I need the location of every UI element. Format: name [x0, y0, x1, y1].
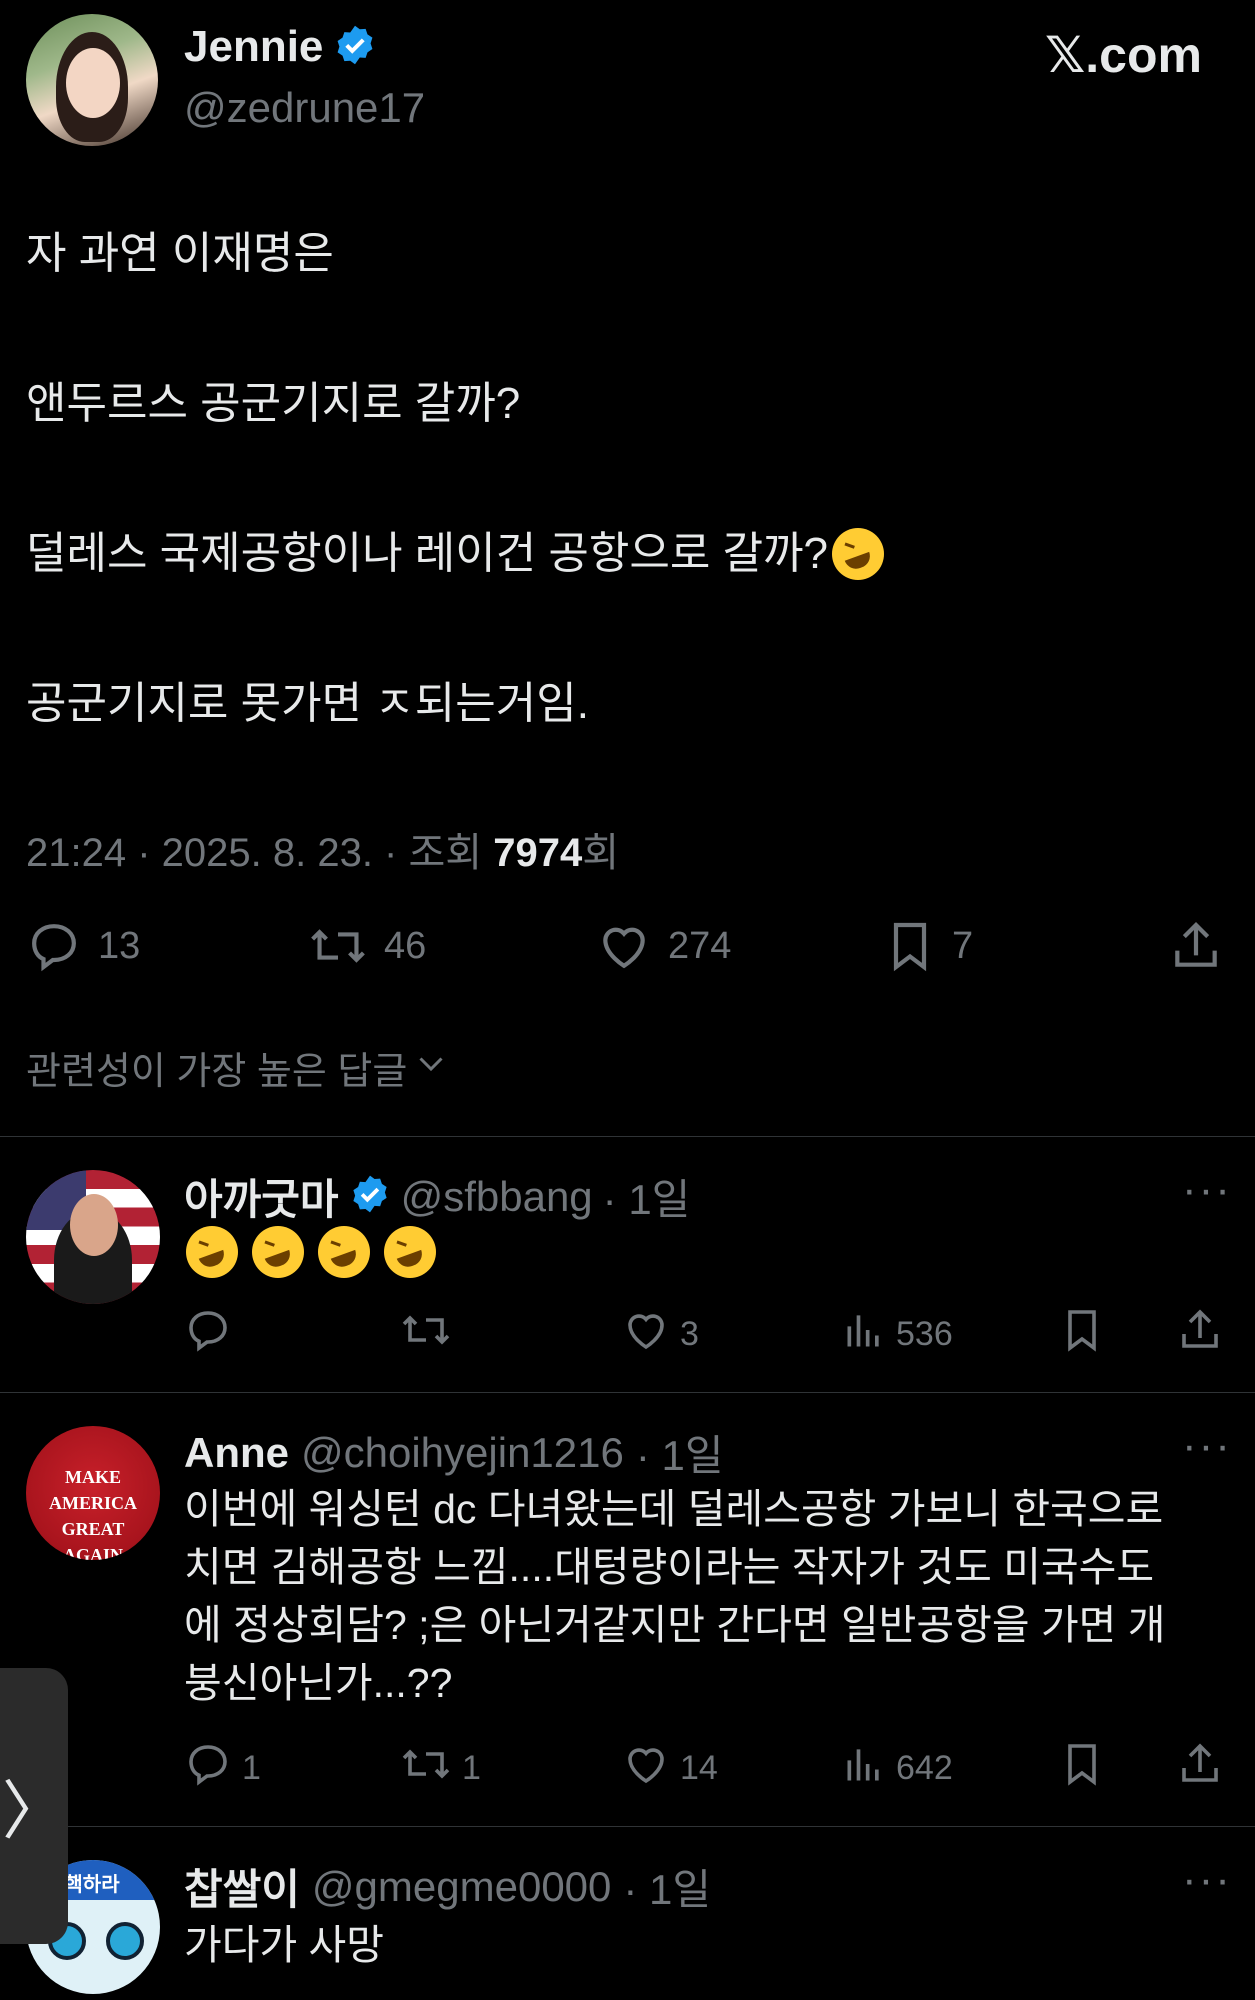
chevron-right-icon: 〉 — [2, 1775, 66, 1847]
reply-icon — [26, 918, 82, 974]
reply-button[interactable]: 13 — [26, 918, 140, 974]
reply-2-like-count: 14 — [680, 1749, 718, 1787]
reply-2-reply-button[interactable]: 1 — [184, 1740, 261, 1797]
reply-icon — [184, 1740, 232, 1797]
repost-icon — [308, 918, 368, 974]
reply-3-name[interactable]: 찹쌀이 — [184, 1856, 300, 1917]
rofl-emoji-icon — [832, 528, 885, 580]
reply-2-text-line: 치면 김해공항 느낌....대텅량이라는 작자가 것도 미국수도 — [184, 1544, 1155, 1590]
bookmark-button[interactable]: 7 — [884, 918, 973, 974]
reply-1-reply-button[interactable] — [184, 1306, 232, 1363]
reply-2-repost-count: 1 — [462, 1749, 481, 1787]
divider — [0, 1392, 1255, 1393]
repost-icon — [400, 1740, 452, 1797]
reply-1-avatar[interactable] — [26, 1170, 160, 1304]
reply-3-text: 가다가 사망 — [184, 1922, 384, 1968]
reply-1-more-icon[interactable]: ··· — [1182, 1168, 1232, 1212]
reply-1-emojis — [186, 1226, 436, 1278]
reply-1-views-button[interactable]: 536 — [842, 1306, 953, 1363]
post-views-suffix: 회 — [582, 831, 619, 875]
post-text-line-3: 덜레스 국제공항이나 레이건 공항으로 갈까? — [26, 529, 829, 578]
reply-2-views-button[interactable]: 642 — [842, 1740, 953, 1797]
divider — [0, 1136, 1255, 1137]
reply-1-bookmark-button[interactable] — [1060, 1306, 1104, 1359]
repost-count: 46 — [384, 924, 427, 967]
reply-2-repost-button[interactable]: 1 — [400, 1740, 481, 1797]
post-meta: 21:24 · 2025. 8. 23. · 조회 7974회 — [26, 820, 619, 878]
rofl-emoji-icon — [384, 1226, 436, 1278]
reply-1-age: · 1일 — [602, 1176, 691, 1223]
reply-2-like-button[interactable]: 14 — [622, 1740, 718, 1797]
reply-3-handle[interactable]: @gmegme0000 — [312, 1863, 611, 1911]
reply-2-views-count: 642 — [896, 1749, 953, 1787]
reply-2-bookmark-button[interactable] — [1060, 1740, 1104, 1793]
rofl-emoji-icon — [186, 1226, 238, 1278]
post-timestamp[interactable]: 21:24 · 2025. 8. 23. · 조회 — [26, 831, 493, 875]
reply-2-text-line: 에 정상회담? ;은 아닌거같지만 간다면 일반공항을 가면 개 — [184, 1602, 1166, 1648]
like-button[interactable]: 274 — [596, 918, 731, 974]
repost-icon — [400, 1306, 452, 1363]
reply-2-name[interactable]: Anne — [184, 1429, 289, 1477]
author-name[interactable]: Jennie — [184, 22, 323, 72]
repost-button[interactable]: 46 — [308, 918, 426, 974]
heart-icon — [622, 1306, 670, 1363]
share-icon — [1176, 1309, 1224, 1358]
share-icon — [1168, 918, 1224, 974]
share-icon — [1176, 1743, 1224, 1792]
reply-2-avatar[interactable]: MAKE AMERICA GREAT AGAIN — [26, 1426, 160, 1560]
post-text-line-1: 자 과연 이재명은 — [26, 229, 334, 278]
reply-icon — [184, 1306, 232, 1363]
reply-2-age: · 1일 — [635, 1432, 724, 1479]
reply-2-text-line: 붕신아닌가...?? — [184, 1660, 453, 1706]
reply-count: 13 — [98, 924, 141, 967]
post-text-line-2: 앤두르스 공군기지로 갈까? — [26, 379, 521, 428]
verified-badge-icon — [349, 1173, 391, 1220]
reply-3-more-icon[interactable]: ··· — [1182, 1858, 1232, 1902]
like-count: 274 — [668, 924, 732, 967]
side-panel-tab[interactable]: 〉 — [0, 1668, 68, 1944]
bookmark-icon — [1060, 1744, 1104, 1792]
sort-label: 관련성이 가장 높은 답글 — [26, 1051, 408, 1093]
author-avatar[interactable] — [26, 14, 158, 146]
bookmark-count: 7 — [952, 924, 974, 967]
rofl-emoji-icon — [252, 1226, 304, 1278]
reply-1-repost-button[interactable] — [400, 1306, 452, 1363]
post-views-count: 7974 — [493, 831, 583, 875]
views-chart-icon — [842, 1306, 886, 1363]
reply-2-reply-count: 1 — [242, 1749, 261, 1787]
reply-2-text: 이번에 워싱턴 dc 다녀왔는데 덜레스공항 가보니 한국으로 치면 김해공항 … — [184, 1480, 1166, 1712]
reply-2-handle[interactable]: @choihyejin1216 — [301, 1429, 624, 1477]
heart-icon — [622, 1740, 670, 1797]
reply-1-share-button[interactable] — [1176, 1306, 1224, 1359]
reply-1-views-count: 536 — [896, 1315, 953, 1353]
views-chart-icon — [842, 1740, 886, 1797]
author-handle[interactable]: @zedrune17 — [184, 84, 425, 132]
divider — [0, 1826, 1255, 1827]
reply-2-share-button[interactable] — [1176, 1740, 1224, 1793]
x-logo: 𝕏.com — [1045, 27, 1202, 83]
reply-3-age: · 1일 — [623, 1866, 712, 1913]
heart-icon — [596, 918, 652, 974]
reply-2-text-line: 이번에 워싱턴 dc 다녀왔는데 덜레스공항 가보니 한국으로 — [184, 1486, 1164, 1532]
bookmark-icon — [1060, 1310, 1104, 1358]
reply-1-like-button[interactable]: 3 — [622, 1306, 699, 1363]
post-text-line-4: 공군기지로 못가면 ㅈ되는거임. — [26, 679, 589, 728]
reply-1-name[interactable]: 아까굿마 — [184, 1166, 339, 1227]
reply-2-avatar-text: MAKE AMERICA GREAT AGAIN — [49, 1467, 137, 1560]
reply-1-handle[interactable]: @sfbbang — [401, 1173, 593, 1221]
reply-1-like-count: 3 — [680, 1315, 699, 1353]
chevron-down-icon — [413, 1045, 449, 1091]
reply-2-more-icon[interactable]: ··· — [1182, 1424, 1232, 1468]
sort-replies-dropdown[interactable]: 관련성이 가장 높은 답글 — [26, 1040, 449, 1095]
bookmark-icon — [884, 918, 936, 974]
verified-badge-icon — [333, 23, 377, 72]
share-button[interactable] — [1168, 918, 1224, 974]
rofl-emoji-icon — [318, 1226, 370, 1278]
